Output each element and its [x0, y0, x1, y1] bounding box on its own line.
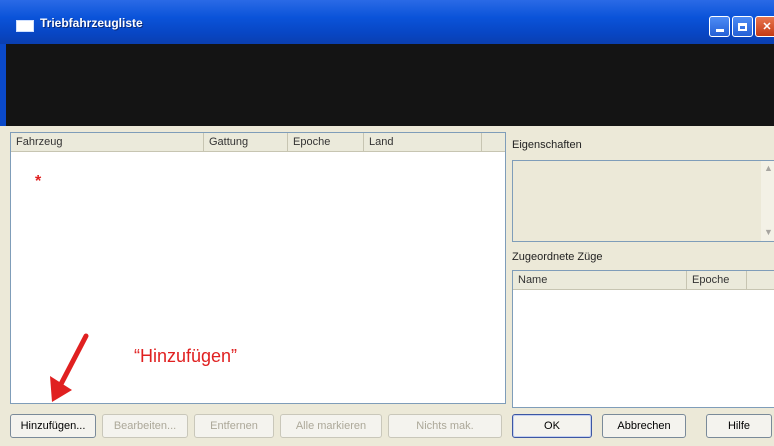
ok-button[interactable]: OK	[512, 414, 592, 438]
maximize-icon	[738, 22, 747, 31]
close-icon: ✕	[762, 21, 772, 33]
preview-area	[0, 44, 774, 126]
column-header-gattung[interactable]: Gattung	[204, 133, 288, 151]
column-header-fahrzeug[interactable]: Fahrzeug	[11, 133, 204, 151]
vehicle-list-header: Fahrzeug Gattung Epoche Land	[11, 133, 505, 152]
title-bar[interactable]: Triebfahrzeugliste ✕	[0, 0, 774, 44]
maximize-button[interactable]	[732, 16, 753, 37]
column-header-name[interactable]: Name	[513, 271, 687, 289]
window-icon	[16, 20, 34, 32]
highlight-marker: *	[35, 173, 42, 190]
column-header-train-epoche[interactable]: Epoche	[687, 271, 747, 289]
trains-list[interactable]: Name Epoche	[512, 270, 774, 408]
scroll-down-icon[interactable]: ▼	[764, 227, 773, 237]
column-header-epoche[interactable]: Epoche	[288, 133, 364, 151]
minimize-button[interactable]	[709, 16, 730, 37]
window-title: Triebfahrzeugliste	[40, 16, 143, 30]
minimize-icon	[715, 29, 724, 32]
column-header-land[interactable]: Land	[364, 133, 482, 151]
edit-button[interactable]: Bearbeiten...	[102, 414, 188, 438]
deselect-button[interactable]: Nichts mak.	[388, 414, 502, 438]
remove-button[interactable]: Entfernen	[194, 414, 274, 438]
close-button[interactable]: ✕	[755, 16, 774, 37]
cancel-button[interactable]: Abbrechen	[602, 414, 686, 438]
properties-scrollbar[interactable]: ▲ ▼	[761, 161, 774, 241]
trains-label: Zugeordnete Züge	[512, 251, 603, 263]
trains-list-header: Name Epoche	[513, 271, 774, 290]
scroll-up-icon[interactable]: ▲	[764, 163, 773, 173]
properties-label: Eigenschaften	[512, 139, 582, 151]
annotation-arrow-icon	[50, 333, 89, 402]
properties-box: ▲ ▼	[512, 160, 774, 242]
select-all-button[interactable]: Alle markieren	[280, 414, 382, 438]
annotation-label: “Hinzufügen”	[134, 346, 238, 366]
column-header-filler	[482, 133, 505, 151]
add-button[interactable]: Hinzufügen...	[10, 414, 96, 438]
help-button[interactable]: Hilfe	[706, 414, 772, 438]
